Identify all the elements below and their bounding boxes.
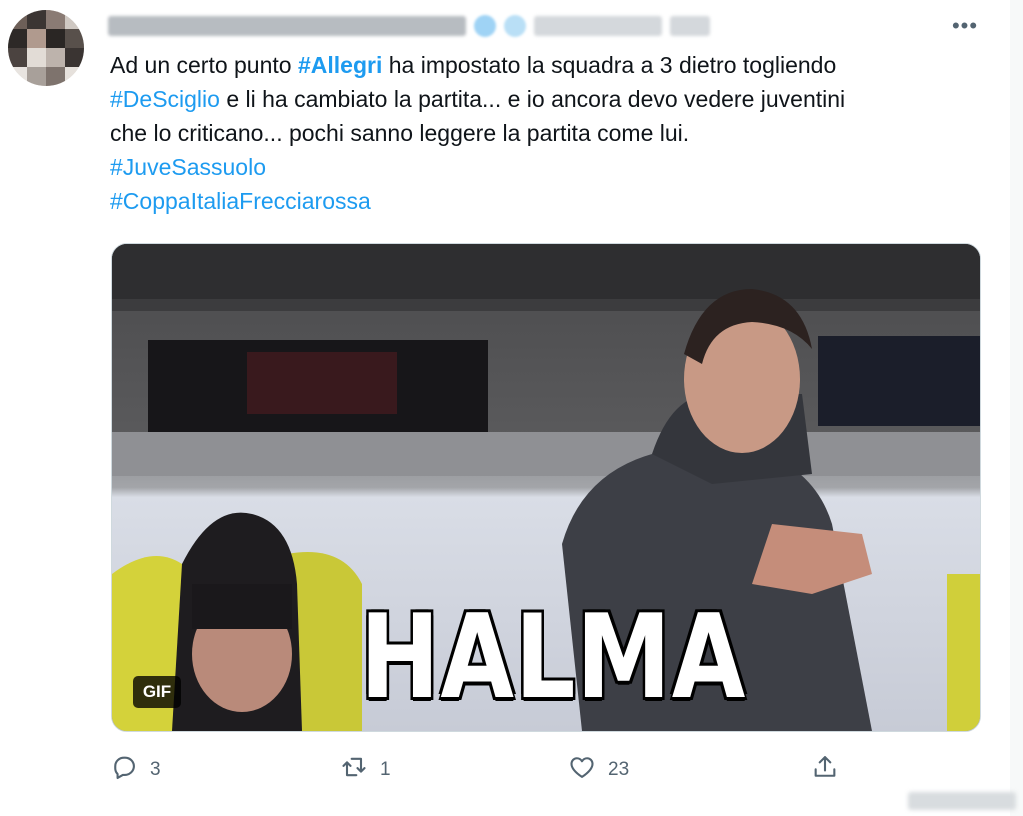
tweet-text-segment: Ad un certo punto [110, 52, 298, 78]
verified-badge-redacted [504, 15, 526, 37]
reply-count: 3 [150, 759, 161, 780]
display-name-redacted [108, 16, 466, 36]
gif-badge: GIF [133, 676, 181, 708]
retweet-icon [340, 753, 368, 787]
tweet-actions: 3 1 23 [0, 750, 1010, 790]
retweet-count: 1 [380, 759, 391, 780]
tweet-line: che lo criticano... pochi sanno leggere … [110, 116, 980, 150]
tweet-line: #DeSciglio e li ha cambiato la partita..… [110, 82, 980, 116]
username-redacted [534, 16, 662, 36]
tweet-text-segment: e li ha cambiato la partita... e io anco… [219, 86, 846, 112]
tweet-line: #JuveSassuolo [110, 150, 980, 184]
like-button[interactable]: 23 [568, 750, 629, 790]
tweet-header [108, 10, 710, 42]
retweet-button[interactable]: 1 [340, 750, 391, 790]
reply-icon [110, 753, 138, 787]
tweet-text-segment: ha impostato la squadra a 3 dietro togli… [382, 52, 837, 78]
tweet-card[interactable]: ••• Ad un certo punto #Allegri ha impost… [0, 0, 1010, 816]
watermark-redacted [908, 792, 1016, 810]
reply-button[interactable]: 3 [110, 750, 161, 790]
hashtag-link[interactable]: #CoppaItaliaFrecciarossa [110, 188, 371, 214]
tweet-line: Ad un certo punto #Allegri ha impostato … [110, 48, 980, 82]
share-icon [811, 753, 839, 787]
heart-icon [568, 753, 596, 787]
share-button[interactable] [811, 750, 839, 790]
tweet-text: Ad un certo punto #Allegri ha impostato … [110, 48, 980, 218]
avatar[interactable] [8, 10, 84, 86]
tweet-line: #CoppaItaliaFrecciarossa [110, 184, 980, 218]
hashtag-link[interactable]: #Allegri [298, 52, 382, 78]
hashtag-link[interactable]: #DeSciglio [110, 86, 220, 112]
more-options-icon[interactable]: ••• [938, 12, 992, 40]
gif-overlay-text: HALMA [360, 590, 747, 725]
like-count: 23 [608, 759, 630, 780]
tweet-text-segment: che lo criticano... pochi sanno leggere … [110, 120, 690, 146]
timestamp-redacted [670, 16, 710, 36]
verified-badge-redacted [474, 15, 496, 37]
hashtag-link[interactable]: #JuveSassuolo [110, 154, 266, 180]
